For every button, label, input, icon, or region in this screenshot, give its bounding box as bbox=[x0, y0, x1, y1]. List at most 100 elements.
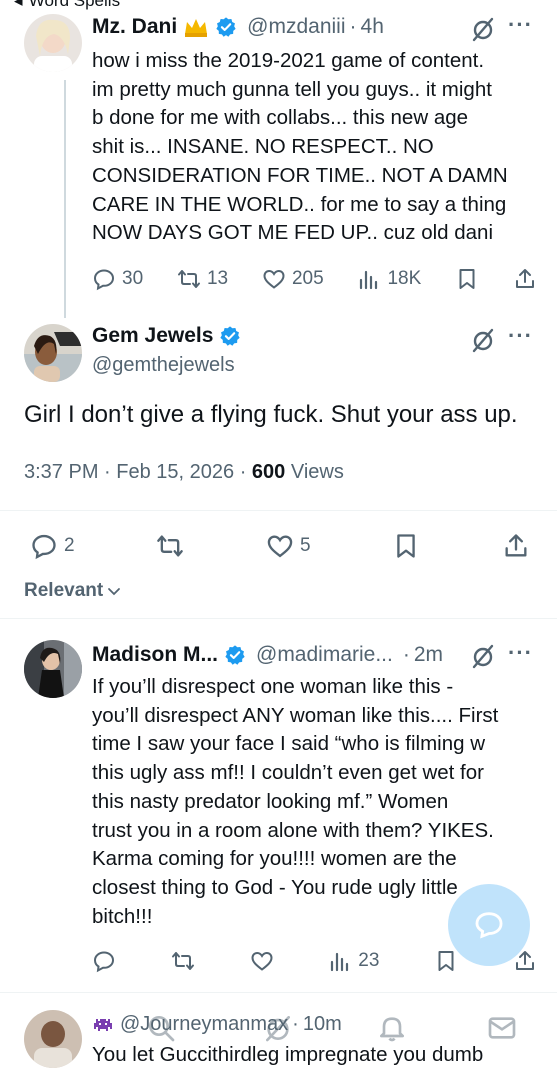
thread-line bbox=[64, 80, 66, 318]
avatar-gemjewels[interactable] bbox=[24, 324, 82, 382]
tweet-header: Mz. Dani @mzdaniii · 4h bbox=[92, 15, 384, 39]
reply-count: 30 bbox=[122, 268, 144, 289]
reply-line: If you’ll disrespect one woman like this… bbox=[92, 675, 454, 698]
tweet-line: CARE IN THE WORLD.. for me to say a thin… bbox=[92, 192, 507, 216]
reply-line: Karma coming for you!!!! women are the bbox=[92, 847, 457, 871]
top-cut-text: Word Spells bbox=[28, 0, 121, 10]
compose-reply-button[interactable] bbox=[448, 884, 530, 966]
verified-badge-icon bbox=[215, 16, 237, 38]
view-count: 23 bbox=[358, 950, 380, 971]
bookmark-button[interactable] bbox=[455, 267, 479, 291]
reply-header: Madison M... @madimarie... · 2m bbox=[92, 643, 443, 667]
repost-icon bbox=[157, 535, 184, 557]
repost-count: 13 bbox=[206, 268, 229, 289]
views-button[interactable]: 18K bbox=[357, 267, 421, 291]
chat-bubble-icon bbox=[475, 912, 503, 939]
grok-icon[interactable] bbox=[470, 643, 496, 669]
reply-icon bbox=[93, 951, 115, 973]
display-name[interactable]: Gem Jewels bbox=[92, 324, 213, 348]
reply-icon bbox=[93, 269, 115, 291]
back-arrow-icon[interactable]: ◂ bbox=[14, 0, 24, 11]
reply-line: time I saw your face I said “who is film… bbox=[92, 732, 486, 756]
more-options-icon[interactable]: ··· bbox=[508, 323, 533, 349]
bookmark-icon bbox=[397, 534, 416, 558]
reply-count: 2 bbox=[64, 535, 75, 556]
messages-envelope-icon[interactable] bbox=[486, 1012, 518, 1044]
tweet-meta: 3:37 PM · Feb 15, 2026 · 600 Views bbox=[24, 461, 344, 484]
heart-icon bbox=[267, 535, 293, 558]
share-icon bbox=[515, 269, 534, 288]
tweet-line: how i miss the 2019-2021 game of content… bbox=[92, 49, 485, 72]
reply-icon bbox=[32, 534, 56, 560]
display-name[interactable]: Madison M... bbox=[92, 643, 218, 667]
main-tweet-actions: 2 5 bbox=[30, 530, 530, 562]
repost-button[interactable] bbox=[171, 949, 195, 973]
views-icon bbox=[360, 270, 378, 290]
tweet-actions: 30 13 205 18K bbox=[92, 264, 537, 294]
timestamp[interactable]: 2m bbox=[414, 643, 443, 667]
bookmark-button[interactable] bbox=[392, 532, 420, 560]
repost-icon bbox=[177, 270, 200, 288]
heart-icon bbox=[251, 951, 273, 971]
heart-icon bbox=[263, 269, 285, 289]
separator-dot: · bbox=[349, 15, 357, 38]
views-label: Views bbox=[290, 461, 344, 483]
separator-dot: · bbox=[402, 643, 410, 666]
grok-icon[interactable] bbox=[470, 16, 496, 42]
divider bbox=[0, 992, 557, 993]
handle[interactable]: @madimarie... bbox=[256, 643, 393, 667]
handle[interactable]: @gemthejewels bbox=[92, 354, 241, 377]
reply-line: you’ll disrespect ANY woman like this...… bbox=[92, 703, 499, 727]
sort-label: Relevant bbox=[24, 580, 104, 601]
verified-badge-icon bbox=[219, 325, 241, 347]
reply-button[interactable]: 30 bbox=[92, 267, 143, 291]
handle[interactable]: @mzdaniii bbox=[247, 15, 345, 39]
bottom-navigation bbox=[0, 994, 557, 1080]
reply-line: trust you in a room alone with them? YIK… bbox=[92, 818, 494, 842]
tweet-date[interactable]: Feb 15, 2026 bbox=[116, 461, 234, 483]
tweet-line: im pretty much gunna tell you guys.. it … bbox=[92, 77, 492, 101]
like-count: 205 bbox=[291, 268, 324, 289]
search-icon[interactable] bbox=[145, 1012, 177, 1044]
tweet-line: CONSIDERATION FOR TIME.. NOT A DAMN bbox=[92, 163, 508, 187]
grok-nav-icon[interactable] bbox=[262, 1012, 294, 1044]
chevron-down-icon bbox=[108, 588, 121, 596]
display-name[interactable]: Mz. Dani bbox=[92, 15, 177, 39]
repost-icon bbox=[171, 952, 194, 970]
views-count: 600 bbox=[251, 461, 286, 483]
separator-dot: · bbox=[104, 461, 117, 483]
main-tweet-header: Gem Jewels @gemthejewels bbox=[92, 324, 241, 377]
share-button[interactable] bbox=[502, 532, 530, 560]
avatar-mzdani[interactable] bbox=[24, 14, 82, 72]
tweet-line: shit is... INSANE. NO RESPECT.. NO bbox=[92, 135, 434, 159]
share-icon bbox=[505, 534, 527, 557]
like-button[interactable] bbox=[250, 949, 274, 973]
bookmark-button[interactable] bbox=[434, 949, 458, 973]
crown-emoji-icon bbox=[183, 16, 209, 38]
reply-text: If you’ll disrespect one woman like this… bbox=[92, 673, 498, 931]
reply-button[interactable] bbox=[92, 949, 116, 973]
more-options-icon[interactable]: ··· bbox=[508, 640, 533, 666]
tweet-line: b done for me with collabs... this new a… bbox=[92, 106, 469, 130]
reply-line: closest thing to God - You rude ugly lit… bbox=[92, 875, 458, 899]
bookmark-icon bbox=[459, 269, 475, 289]
tweet-line: NOW DAYS GOT ME FED UP.. cuz old dani bbox=[92, 221, 494, 245]
verified-badge-icon bbox=[224, 644, 246, 666]
avatar-madison[interactable] bbox=[24, 640, 82, 698]
reply-line: this ugly ass mf!! I couldn’t even get w… bbox=[92, 761, 484, 785]
repost-button[interactable]: 13 bbox=[177, 267, 228, 291]
reply-button[interactable]: 2 bbox=[30, 532, 75, 560]
reply-line: bitch!!! bbox=[92, 904, 153, 928]
timestamp[interactable]: 4h bbox=[361, 15, 384, 39]
share-button[interactable] bbox=[513, 267, 537, 291]
grok-icon[interactable] bbox=[470, 327, 496, 353]
tweet-text: how i miss the 2019-2021 game of content… bbox=[92, 47, 508, 248]
repost-button[interactable] bbox=[156, 532, 184, 560]
like-button[interactable]: 5 bbox=[266, 532, 311, 560]
like-button[interactable]: 205 bbox=[262, 267, 324, 291]
views-button[interactable]: 23 bbox=[328, 949, 379, 973]
more-options-icon[interactable]: ··· bbox=[508, 12, 533, 38]
tweet-time[interactable]: 3:37 PM bbox=[24, 461, 98, 483]
notifications-bell-icon[interactable] bbox=[376, 1012, 408, 1044]
sort-dropdown[interactable]: Relevant bbox=[24, 580, 122, 602]
